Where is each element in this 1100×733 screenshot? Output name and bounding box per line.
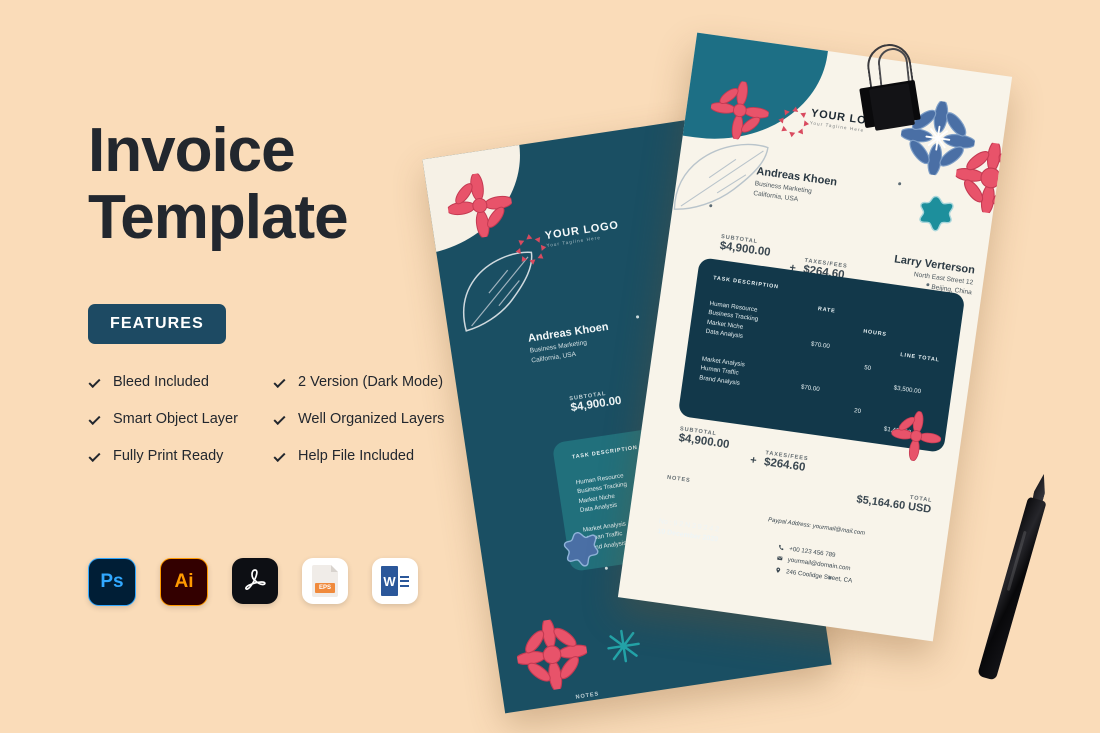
mail-icon (777, 556, 783, 561)
fountain-pen (973, 471, 1056, 682)
eps-page-shape: EPS (312, 565, 338, 597)
logo-mark-icon (777, 104, 810, 138)
binder-clip-icon (859, 41, 921, 136)
plus-sign-bottom: + (749, 454, 758, 468)
table-row-2-description: Market Analysis Human Traffic Brand Anal… (698, 355, 746, 387)
location-pin-icon (776, 567, 781, 573)
flower-coral-mid-icon (891, 410, 942, 462)
logo-text: YOUR LOGO Your Tagline Here (544, 220, 620, 249)
feature-label: 2 Version (Dark Mode) (298, 373, 444, 390)
feature-item: Smart Object Layer (88, 411, 263, 427)
feature-label: Help File Included (298, 447, 415, 464)
subtotal-block-dark: SUBTOTAL $4,900.00 (569, 389, 623, 416)
decor-dot (604, 566, 609, 570)
file-format-icons: Ps Ai EPS W (88, 558, 418, 606)
word-letter: W (381, 566, 398, 596)
leaf-outline-icon (463, 251, 533, 332)
features-list: Bleed Included 2 Version (Dark Mode) Sma… (88, 374, 508, 464)
phone-icon (779, 544, 784, 551)
pen-body (977, 496, 1047, 681)
decor-dot (897, 182, 902, 186)
check-icon (88, 412, 102, 426)
check-icon (273, 412, 287, 426)
feature-label: Smart Object Layer (113, 410, 238, 427)
check-icon (273, 375, 287, 389)
acrobat-pdf-icon (232, 558, 278, 604)
table-row-2-rate: $70.00 (800, 383, 821, 394)
feature-label: Well Organized Layers (298, 410, 445, 427)
notes-block-dark: NOTES (575, 691, 599, 700)
word-icon: W (372, 558, 418, 604)
feature-label: Bleed Included (113, 373, 209, 390)
table-row-1-line-total: $3,500.00 (893, 384, 922, 396)
flower-coral-icon (446, 172, 514, 239)
logo-mark-icon (514, 231, 547, 265)
invoice-meta-light: No : 9 2 N 3 9 2 4 2 10 December 2020 (657, 518, 720, 543)
photoshop-icon: Ps (88, 558, 136, 606)
decor-dot (635, 315, 639, 319)
check-icon (88, 375, 102, 389)
feature-label: Fully Print Ready (113, 447, 224, 464)
flower-coral-bottom-icon (514, 617, 590, 693)
total-block-bottom: TOTAL $5,164.60 USD (819, 482, 933, 515)
contact-block: +00 123 456 789 yourmail@domain.com 246 … (774, 543, 856, 587)
table-header-task: TASK DESCRIPTION (712, 275, 780, 291)
notes-label: NOTES (575, 691, 600, 701)
table-row-1-rate: $70.00 (810, 340, 831, 351)
feature-item: Fully Print Ready (88, 448, 263, 464)
flower-coral-right-icon (953, 140, 1013, 216)
photoshop-icon-label: Ps (100, 571, 124, 592)
features-badge: FEATURES (88, 303, 226, 344)
invoice-logo-dark: YOUR LOGO Your Tagline Here (514, 219, 621, 265)
word-lines (398, 566, 409, 596)
acrobat-glyph (245, 569, 266, 590)
table-row-1-hours: 50 (863, 364, 872, 373)
subtotal-block-bottom: SUBTOTAL $4,900.00 (678, 426, 731, 453)
word-mark-shape: W (381, 566, 409, 596)
check-icon (88, 449, 102, 463)
eps-file-icon: EPS (302, 558, 348, 604)
table-row-1-description: Human Resource Business Tracking Market … (575, 472, 628, 514)
check-icon (273, 449, 287, 463)
illustrator-icon: Ai (160, 558, 208, 606)
table-row-1-description: Human Resource Business Tracking Market … (705, 300, 759, 340)
notes-label: NOTES (666, 474, 691, 485)
clip-body-front (868, 83, 916, 131)
flower-teal-small-icon (607, 629, 640, 663)
flower-teal-blob-icon (919, 195, 954, 232)
illustrator-icon-label: Ai (174, 571, 194, 592)
paypal-address: Paypal Address: yourmail@mail.com (767, 517, 866, 537)
table-header-rate: RATE (817, 306, 836, 315)
eps-tag-label: EPS (315, 583, 335, 593)
table-header-line-total: LINE TOTAL (899, 352, 941, 364)
table-row-2-hours: 20 (853, 407, 862, 416)
subtotal-block-top: SUBTOTAL $4,900.00 (719, 234, 772, 261)
notes-block-light: NOTES (667, 475, 691, 484)
poster-canvas: Invoice Template FEATURES Bleed Included… (0, 0, 1100, 733)
flower-blue-blob-icon (563, 531, 599, 567)
taxes-block-bottom: TAXES/FEES $264.60 (763, 450, 808, 476)
table-header-hours: HOURS (862, 328, 888, 338)
feature-item: Bleed Included (88, 374, 263, 390)
table-header-task: TASK DESCRIPTION (571, 444, 639, 461)
